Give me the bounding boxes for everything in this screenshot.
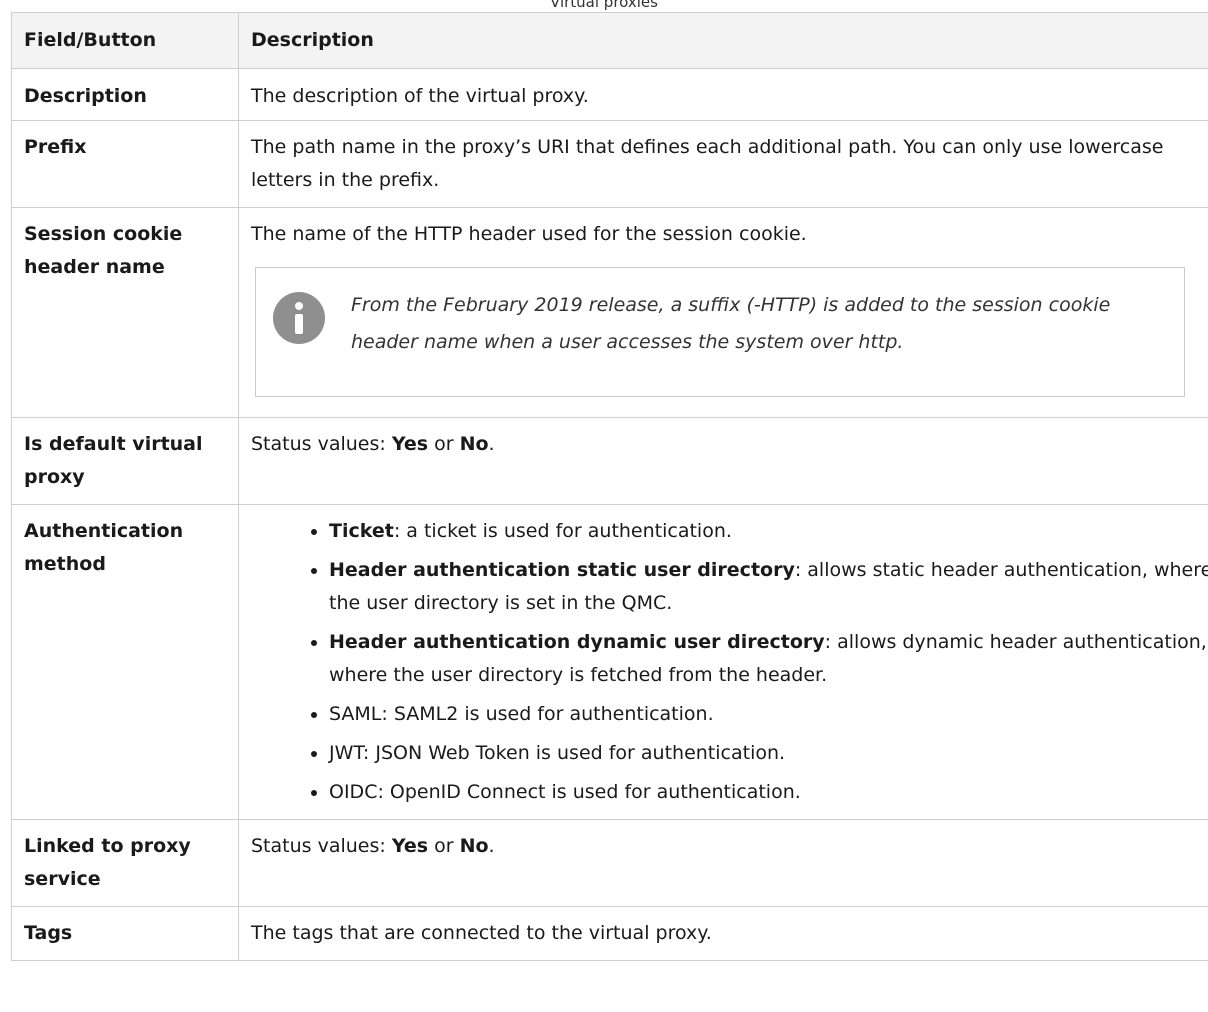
status-no: No [459,835,489,857]
header-field-button: Field/Button [11,12,239,69]
field-description: Ticket: a ticket is used for authenticat… [238,504,1208,820]
field-description: Status values: Yes or No. [238,417,1208,505]
info-icon [273,292,325,344]
list-item: SAML: SAML2 is used for authentication. [329,698,1208,731]
table-row-is-default: Is default virtual proxy Status values: … [11,417,1208,505]
list-item-term: Ticket [329,520,394,542]
virtual-proxies-table: Field/Button Description Description The… [11,12,1208,961]
status-yes: Yes [391,433,429,455]
note-box: From the February 2019 release, a suffix… [255,267,1185,397]
field-name: Linked to proxy service [11,819,239,907]
list-item-text: : a ticket is used for authentication. [393,520,732,542]
status-suffix: . [488,835,495,857]
table-row-tags: Tags The tags that are connected to the … [11,906,1208,961]
table-row-authentication-method: Authentication method Ticket: a ticket i… [11,504,1208,820]
field-description: The name of the HTTP header used for the… [238,207,1208,418]
field-name: Tags [11,906,239,961]
status-yes: Yes [391,835,429,857]
table-caption: Virtual proxies [550,0,658,11]
list-item-text: SAML: SAML2 is used for authentication. [329,703,714,725]
table-header-row: Field/Button Description [11,12,1208,69]
field-description: The description of the virtual proxy. [238,68,1208,121]
field-description: The tags that are connected to the virtu… [238,906,1208,961]
list-item-term: Header authentication dynamic user direc… [329,631,825,653]
status-suffix: . [488,433,495,455]
table-row-linked-to-proxy: Linked to proxy service Status values: Y… [11,819,1208,907]
table-row-session-cookie: Session cookie header name The name of t… [11,207,1208,418]
header-description: Description [238,12,1208,69]
field-name: Session cookie header name [11,207,239,418]
list-item-term: Header authentication static user direct… [329,559,795,581]
list-item-text: JWT: JSON Web Token is used for authenti… [329,742,786,764]
note-text: From the February 2019 release, a suffix… [351,294,1111,353]
list-item: Header authentication dynamic user direc… [329,626,1208,692]
list-item: JWT: JSON Web Token is used for authenti… [329,737,1208,770]
list-item-text: OIDC: OpenID Connect is used for authent… [329,781,801,803]
table-row-description: Description The description of the virtu… [11,68,1208,121]
table-row-prefix: Prefix The path name in the proxy’s URI … [11,120,1208,208]
field-name: Description [11,68,239,121]
session-cookie-text: The name of the HTTP header used for the… [251,223,807,245]
field-name: Prefix [11,120,239,208]
field-name: Authentication method [11,504,239,820]
field-name: Is default virtual proxy [11,417,239,505]
auth-method-list: Ticket: a ticket is used for authenticat… [251,515,1208,809]
list-item: Header authentication static user direct… [329,554,1208,620]
status-or: or [428,835,460,857]
status-no: No [459,433,489,455]
list-item: OIDC: OpenID Connect is used for authent… [329,776,1208,809]
status-prefix: Status values: [251,433,392,455]
status-or: or [428,433,460,455]
field-description: The path name in the proxy’s URI that de… [238,120,1208,208]
list-item: Ticket: a ticket is used for authenticat… [329,515,1208,548]
status-prefix: Status values: [251,835,392,857]
field-description: Status values: Yes or No. [238,819,1208,907]
